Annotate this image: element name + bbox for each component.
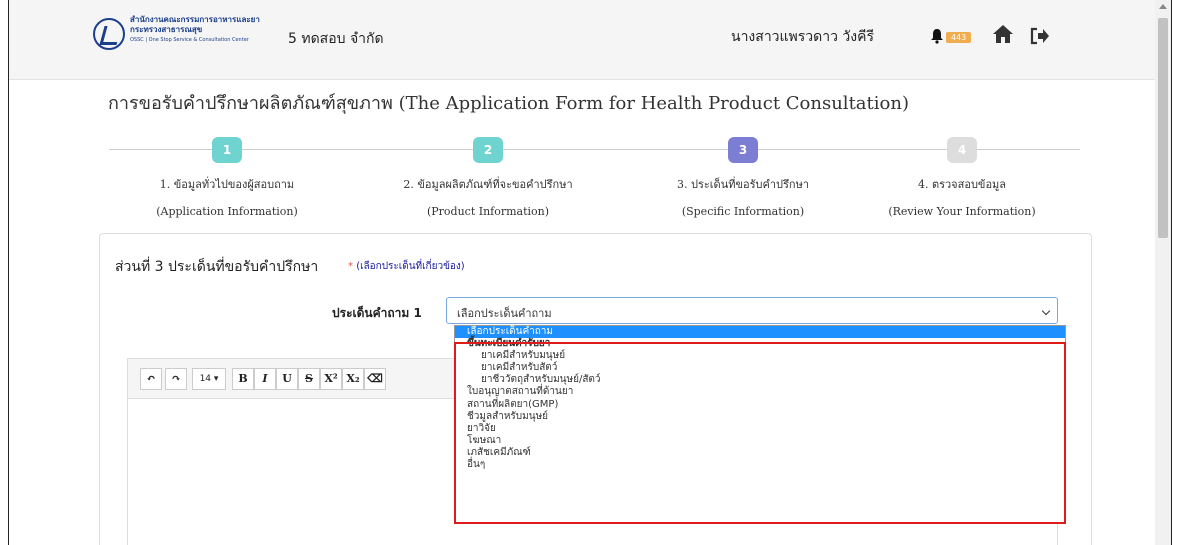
top-header: สำนักงานคณะกรรมการอาหารและยา กระทรวงสาธา… [9,0,1171,80]
strikethrough-icon[interactable]: S [298,368,320,390]
dropdown-option[interactable]: ชีวมูลสำหรับมนุษย์ [455,411,1065,423]
company-name: 5 ทดสอบ จำกัด [288,31,384,47]
logo-line-3: OSSC | One Stop Service & Consultation C… [130,37,249,43]
underline-icon[interactable]: U [276,368,298,390]
step-sublabel: (Review Your Information) [888,205,1036,218]
app-frame: สำนักงานคณะกรรมการอาหารและยา กระทรวงสาธา… [8,0,1172,545]
dropdown-option[interactable]: ยาชีววัตถุสำหรับมนุษย์/สัตว์ [455,374,1065,386]
step-3[interactable]: 3 3. ประเด็นที่ขอรับคำปรึกษา (Specific I… [633,137,853,218]
scroll-thumb[interactable] [1158,18,1168,238]
fda-logo-icon[interactable] [93,18,125,50]
dropdown-option[interactable]: ยาเคมีสำหรับสัตว์ [455,362,1065,374]
logout-icon[interactable] [1030,27,1050,45]
section-hint-text: (เลือกประเด็นที่เกี่ยวข้อง) [356,261,465,272]
dropdown-option-selected[interactable]: เลือกประเด็นคำถาม [455,326,1065,339]
logo-text: สำนักงานคณะกรรมการอาหารและยา กระทรวงสาธา… [130,15,260,45]
eraser-icon[interactable]: ⌫ [364,368,386,390]
step-2[interactable]: 2 2. ข้อมูลผลิตภัณฑ์ที่จะขอคำปรึกษา (Pro… [378,137,598,218]
notification-badge[interactable]: 443 [946,32,972,43]
page-title: การขอรับคำปรึกษาผลิตภัณฑ์สุขภาพ (The App… [108,93,909,114]
step-number: 2 [473,137,503,163]
logo-line-1: สำนักงานคณะกรรมการอาหารและยา [130,15,260,24]
question-1-label: ประเด็นคำถาม 1 [332,306,422,320]
bold-icon[interactable]: B [232,368,254,390]
vertical-scrollbar[interactable] [1155,0,1171,545]
superscript-icon[interactable]: X² [320,368,342,390]
section-title: ส่วนที่ 3 ประเด็นที่ขอรับคำปรึกษา [115,259,319,275]
step-sublabel: (Product Information) [426,205,550,218]
dropdown-option[interactable]: ใบอนุญาตสถานที่ด้านยา [455,386,1065,398]
step-4[interactable]: 4 4. ตรวจสอบข้อมูล (Review Your Informat… [852,137,1072,218]
section-hint: * (เลือกประเด็นที่เกี่ยวข้อง) [348,259,465,274]
select-value: เลือกประเด็นคำถาม [457,307,552,320]
question-1-dropdown-list[interactable]: เลือกประเด็นคำถาม ขึ้นทะเบียนตำรับยา ยาเ… [454,325,1066,524]
italic-icon[interactable]: I [254,368,276,390]
step-number: 4 [947,137,977,163]
logo-line-2: กระทรวงสาธารณสุข [130,25,203,34]
scroll-up-icon[interactable] [1159,4,1167,9]
dropdown-group-label: ขึ้นทะเบียนตำรับยา [467,338,551,350]
chevron-down-icon [1041,306,1051,316]
home-icon[interactable] [992,24,1014,44]
step-sublabel: (Specific Information) [681,205,805,218]
step-number: 3 [728,137,758,163]
font-size-select[interactable]: 14 ▾ [192,368,226,390]
step-label: 1. ข้อมูลทั่วไปของผู้สอบถาม [159,178,295,191]
step-label: 4. ตรวจสอบข้อมูล [917,178,1007,191]
question-1-select[interactable]: เลือกประเด็นคำถาม [446,297,1058,324]
dropdown-option[interactable]: อื่นๆ [455,459,1065,471]
dropdown-option[interactable]: โฆษณา [455,435,1065,447]
step-1[interactable]: 1 1. ข้อมูลทั่วไปของผู้สอบถาม (Applicati… [117,137,337,218]
step-number: 1 [212,137,242,163]
dropdown-option[interactable]: ยาวิจัย [455,423,1065,435]
dropdown-option[interactable]: สถานที่ผลิตยา(GMP) [455,399,1065,411]
step-label: 3. ประเด็นที่ขอรับคำปรึกษา [677,178,809,191]
bell-icon[interactable] [929,28,945,44]
step-label: 2. ข้อมูลผลิตภัณฑ์ที่จะขอคำปรึกษา [403,178,573,191]
dropdown-option[interactable]: ยาเคมีสำหรับมนุษย์ [455,350,1065,362]
subscript-icon[interactable]: X₂ [342,368,364,390]
undo-icon[interactable]: ↶ [140,368,162,390]
required-star: * [348,261,353,272]
dropdown-option[interactable]: เภสัชเคมีภัณฑ์ [455,447,1065,459]
user-name: นางสาวแพรวดาว วังคีรี [731,29,875,45]
redo-icon[interactable]: ↷ [165,368,187,390]
step-sublabel: (Application Information) [156,205,298,218]
